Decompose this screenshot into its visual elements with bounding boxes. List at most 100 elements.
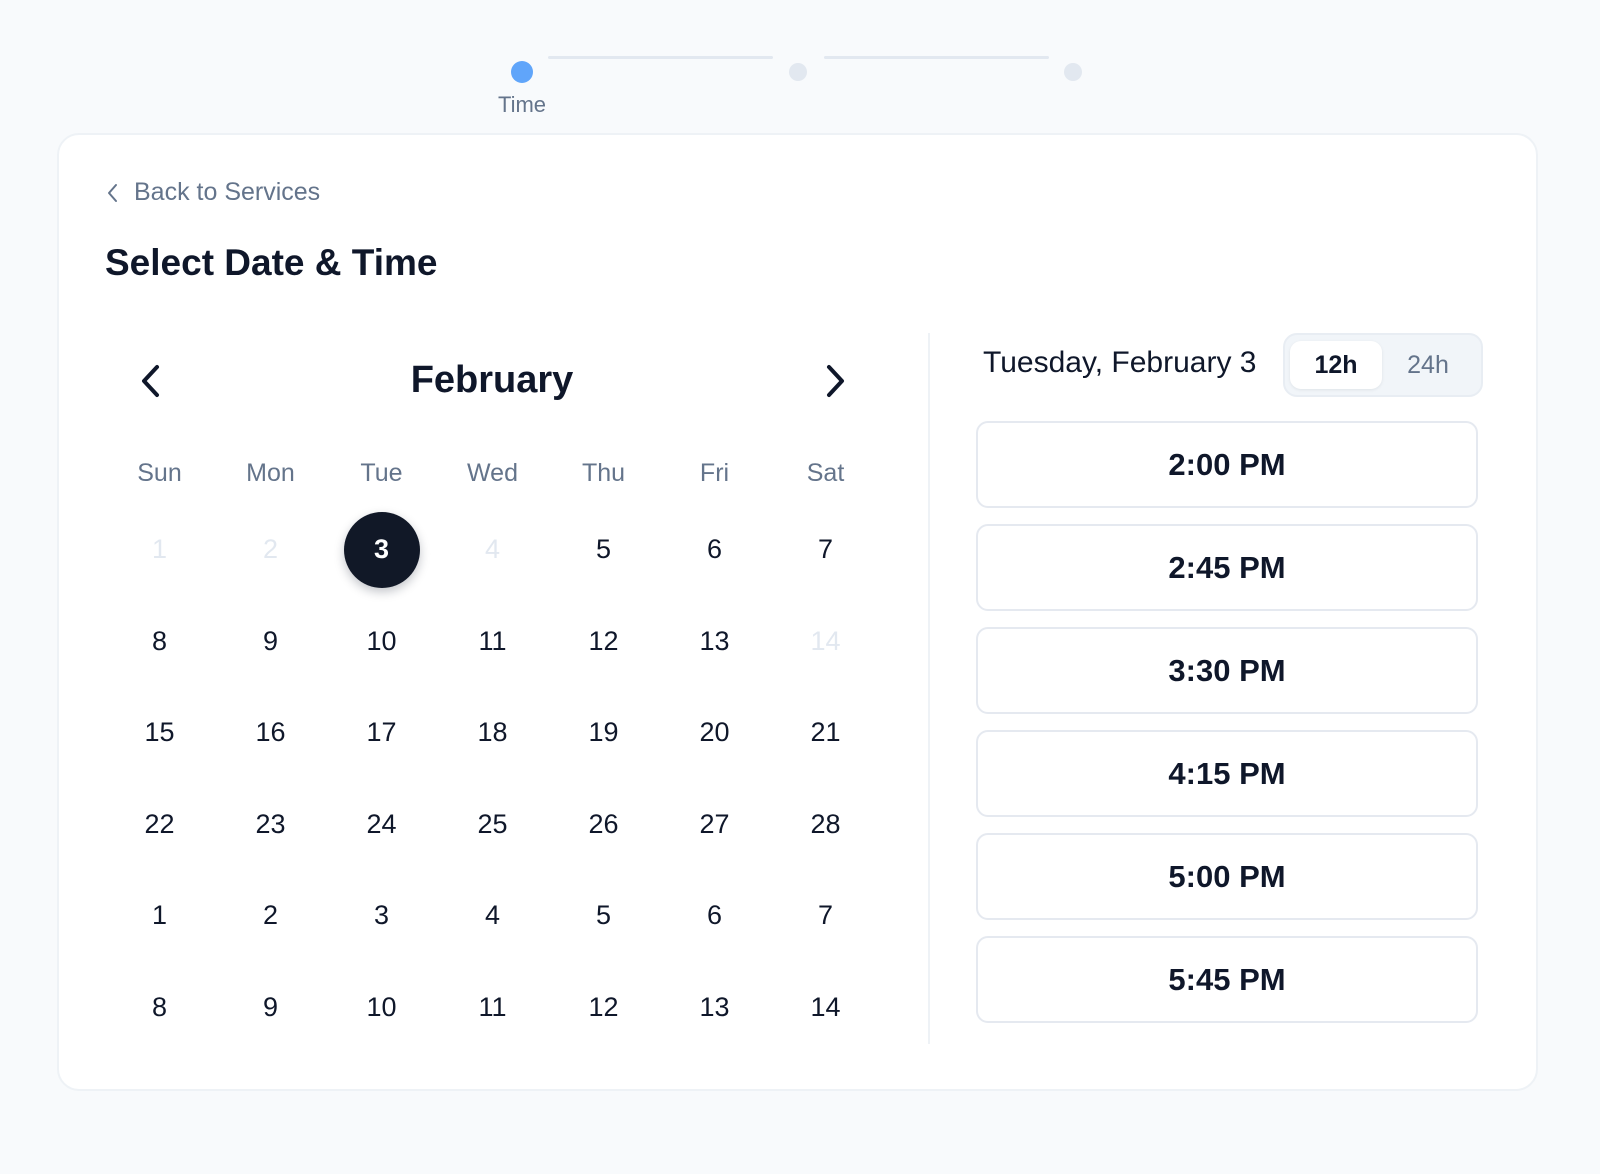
day-number: 1 xyxy=(151,534,168,565)
day-number: 4 xyxy=(484,900,501,931)
calendar-day[interactable]: 28 xyxy=(770,779,881,871)
calendar-day[interactable]: 10 xyxy=(326,596,437,688)
calendar-day[interactable]: 24 xyxy=(326,779,437,871)
calendar-day[interactable]: 11 xyxy=(437,962,548,1054)
chevron-left-icon xyxy=(106,181,120,205)
day-number: 25 xyxy=(477,808,508,839)
day-number: 3 xyxy=(343,511,420,588)
calendar-day: 1 xyxy=(104,504,215,596)
calendar-day[interactable]: 25 xyxy=(437,779,548,871)
calendar-day[interactable]: 14 xyxy=(770,962,881,1054)
back-to-services-link[interactable]: Back to Services xyxy=(106,178,320,207)
progress-stepper: Time xyxy=(0,0,1600,130)
calendar-day[interactable]: 6 xyxy=(659,870,770,962)
calendar-day[interactable]: 10 xyxy=(326,962,437,1054)
calendar-day[interactable]: 9 xyxy=(215,596,326,688)
weekday-label: Fri xyxy=(699,459,730,487)
month-label: February xyxy=(410,359,574,401)
back-link-label: Back to Services xyxy=(134,178,321,206)
step-indicator-pending xyxy=(1064,63,1082,81)
time-slot-button[interactable]: 3:30 PM xyxy=(976,627,1478,714)
day-number: 24 xyxy=(366,808,397,839)
calendar-day[interactable]: 1 xyxy=(104,870,215,962)
day-number: 11 xyxy=(478,625,507,656)
day-number: 6 xyxy=(706,534,723,565)
next-month-button[interactable] xyxy=(816,359,856,403)
day-number: 12 xyxy=(588,625,619,656)
calendar-day[interactable]: 23 xyxy=(215,779,326,871)
time-slot-button[interactable]: 2:00 PM xyxy=(976,421,1478,508)
calendar-grid: Sun Mon Tue Wed Thu Fri Sat 1 2 3 4 5 6 7 8 9 10 11 12 13 1… xyxy=(104,442,880,1053)
day-number: 7 xyxy=(817,900,834,931)
day-number: 21 xyxy=(810,717,841,748)
page-title: Select Date & Time xyxy=(105,242,438,283)
day-number: 18 xyxy=(477,717,508,748)
time-format-toggle: 12h 24h xyxy=(1283,333,1483,397)
format-12h-button[interactable]: 12h xyxy=(1290,341,1382,389)
day-number: 23 xyxy=(255,808,286,839)
calendar-day[interactable]: 11 xyxy=(437,596,548,688)
time-slot-list: 2:00 PM 2:45 PM 3:30 PM 4:15 PM 5:00 PM 5:45 … xyxy=(976,421,1478,1039)
calendar-day[interactable]: 20 xyxy=(659,687,770,779)
day-number: 15 xyxy=(144,717,175,748)
calendar-day: 14 xyxy=(770,596,881,688)
calendar-day[interactable]: 13 xyxy=(659,596,770,688)
calendar-day-selected[interactable]: 3 xyxy=(326,504,437,596)
calendar-day[interactable]: 16 xyxy=(215,687,326,779)
day-number: 14 xyxy=(810,991,841,1022)
day-number: 2 xyxy=(262,900,279,931)
day-number: 13 xyxy=(699,991,730,1022)
step-connector xyxy=(824,56,1049,59)
time-slot-button[interactable]: 5:00 PM xyxy=(976,833,1478,920)
panel-divider xyxy=(928,333,930,1044)
day-number: 1 xyxy=(151,900,168,931)
day-number: 16 xyxy=(255,717,286,748)
weekday-header: Sun Mon Tue Wed Thu Fri Sat xyxy=(104,442,880,504)
chevron-right-icon xyxy=(827,365,844,397)
time-slot-button[interactable]: 5:45 PM xyxy=(976,936,1478,1023)
day-number: 10 xyxy=(366,991,397,1022)
time-slot-button[interactable]: 2:45 PM xyxy=(976,524,1478,611)
calendar-day[interactable]: 15 xyxy=(104,687,215,779)
weekday-label: Thu xyxy=(581,459,626,487)
calendar-day[interactable]: 6 xyxy=(659,504,770,596)
format-24h-button[interactable]: 24h xyxy=(1382,341,1474,389)
calendar-day[interactable]: 7 xyxy=(770,870,881,962)
day-number: 20 xyxy=(699,717,730,748)
calendar-day[interactable]: 5 xyxy=(548,870,659,962)
calendar-day[interactable]: 22 xyxy=(104,779,215,871)
calendar-day[interactable]: 27 xyxy=(659,779,770,871)
calendar-day[interactable]: 5 xyxy=(548,504,659,596)
day-number: 11 xyxy=(478,991,507,1022)
weekday-label: Sat xyxy=(806,459,845,487)
calendar-day[interactable]: 18 xyxy=(437,687,548,779)
calendar-day[interactable]: 12 xyxy=(548,962,659,1054)
day-number: 10 xyxy=(366,625,397,656)
calendar-day[interactable]: 7 xyxy=(770,504,881,596)
step-indicator-active xyxy=(511,61,533,83)
day-number: 8 xyxy=(151,625,168,656)
previous-month-button[interactable] xyxy=(130,359,170,403)
calendar-day[interactable]: 4 xyxy=(437,870,548,962)
day-number: 4 xyxy=(484,534,501,565)
calendar-day[interactable]: 2 xyxy=(215,870,326,962)
day-number: 14 xyxy=(810,625,841,656)
calendar-day[interactable]: 21 xyxy=(770,687,881,779)
calendar-day[interactable]: 13 xyxy=(659,962,770,1054)
calendar-day[interactable]: 19 xyxy=(548,687,659,779)
time-slot-button[interactable]: 4:15 PM xyxy=(976,730,1478,817)
day-number: 9 xyxy=(262,625,279,656)
day-number: 13 xyxy=(699,625,730,656)
calendar-day[interactable]: 17 xyxy=(326,687,437,779)
day-number: 19 xyxy=(588,717,619,748)
calendar-day[interactable]: 8 xyxy=(104,596,215,688)
step-connector xyxy=(548,56,773,59)
day-number: 27 xyxy=(699,808,730,839)
day-number: 7 xyxy=(817,534,834,565)
calendar-day[interactable]: 3 xyxy=(326,870,437,962)
calendar-day[interactable]: 9 xyxy=(215,962,326,1054)
weekday-label: Mon xyxy=(246,459,295,487)
calendar-day[interactable]: 8 xyxy=(104,962,215,1054)
calendar-day[interactable]: 12 xyxy=(548,596,659,688)
calendar-day[interactable]: 26 xyxy=(548,779,659,871)
